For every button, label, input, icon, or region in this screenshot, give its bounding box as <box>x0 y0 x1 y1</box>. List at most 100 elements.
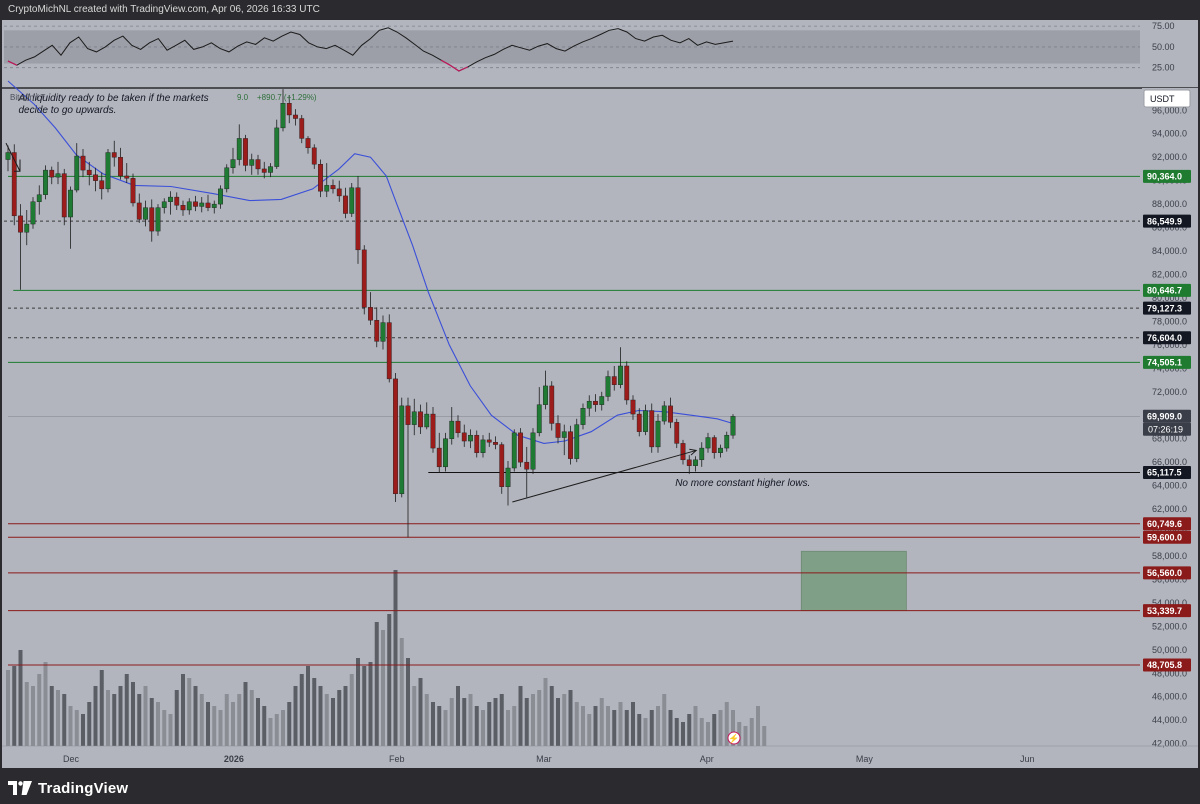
price-badge-label[interactable]: 48,705.8 <box>1147 660 1182 670</box>
volume-bar <box>443 710 448 746</box>
price-badge-label[interactable]: 86,549.9 <box>1147 216 1182 226</box>
candle-bearish <box>124 175 130 179</box>
candle-bearish <box>299 118 305 139</box>
volume-bar <box>568 690 573 746</box>
candle-bearish <box>330 185 336 190</box>
candle-bearish <box>261 168 267 173</box>
candle-bearish <box>674 422 680 444</box>
volume-bar <box>106 690 110 746</box>
lightning-icon[interactable]: ⚡ <box>728 733 739 745</box>
candle-bearish <box>680 443 686 461</box>
chart-svg[interactable]: 75.00 50.00 25.00 All liquidity ready to b… <box>2 20 1198 768</box>
price-tick-label: 46,000.0 <box>1152 692 1187 702</box>
price-badge-label[interactable]: 79,127.3 <box>1147 303 1182 313</box>
candle-bullish <box>424 413 430 428</box>
candle-bearish <box>255 159 261 170</box>
candle-bearish <box>405 405 411 425</box>
candle-bullish <box>236 138 242 160</box>
volume-bar <box>137 694 142 746</box>
price-badge-label[interactable]: 76,604.0 <box>1147 333 1182 343</box>
candle-bearish <box>286 103 292 116</box>
candle-bullish <box>561 431 567 438</box>
price-tick-label: 52,000.0 <box>1152 621 1187 631</box>
volume-bar <box>99 670 104 746</box>
volume-bar <box>349 674 354 746</box>
volume-bar <box>643 718 648 746</box>
lightning-badge[interactable]: ⚡ <box>727 731 741 745</box>
volume-bar <box>718 710 723 746</box>
volume-bar <box>549 686 554 746</box>
volume-bar <box>337 690 342 746</box>
price-tick-label: 50,000.0 <box>1152 645 1187 655</box>
volume-bar <box>212 706 217 746</box>
price-badge-label[interactable]: 65,117.5 <box>1147 468 1182 478</box>
candle-bullish <box>168 196 173 202</box>
candle-bullish <box>618 365 623 385</box>
candle-bearish <box>418 411 423 428</box>
price-badge-label[interactable]: 80,646.7 <box>1147 286 1182 296</box>
candle-bearish <box>93 174 98 181</box>
time-axis[interactable]: Dec 2026 Feb Mar Apr May Jun <box>2 745 1198 764</box>
candle-bearish <box>343 195 348 214</box>
volume-bar <box>518 686 523 746</box>
candle-bullish <box>24 223 30 233</box>
volume-bar <box>199 694 204 746</box>
volume-bar <box>343 686 348 746</box>
volume-bar <box>543 678 548 746</box>
level-layer <box>4 175 1140 666</box>
time-tick-label: 2026 <box>224 754 244 764</box>
price-badge-label[interactable]: 69,909.0 <box>1147 412 1182 422</box>
candle-bearish <box>243 138 248 166</box>
volume-bar <box>68 706 73 746</box>
candle-bearish <box>80 155 86 171</box>
volume-bar <box>693 706 698 746</box>
candle-bullish <box>536 404 542 434</box>
volume-bar <box>224 694 229 746</box>
volume-bar <box>387 614 392 746</box>
volume-bar <box>174 690 179 746</box>
tradingview-brand[interactable]: TradingView <box>8 778 128 798</box>
candle-bullish <box>224 167 230 190</box>
candle-bullish <box>211 203 217 208</box>
candle-bullish <box>605 376 611 397</box>
candle-bearish <box>461 432 467 442</box>
candle-bullish <box>699 447 705 461</box>
candle-bearish <box>318 164 323 192</box>
price-badge-label[interactable]: 60,749.6 <box>1147 519 1182 529</box>
price-badge-label[interactable]: 90,364.0 <box>1147 172 1182 182</box>
price-badge-label[interactable]: 53,339.7 <box>1147 606 1182 616</box>
time-tick-label: May <box>856 754 874 764</box>
time-tick-label: Dec <box>63 754 80 764</box>
candle-bullish <box>586 400 592 409</box>
volume-bar <box>268 718 273 746</box>
volume-bar <box>393 570 398 746</box>
volume-bar <box>149 698 154 746</box>
currency-button[interactable]: USDT <box>1143 89 1191 108</box>
volume-bar <box>274 714 279 746</box>
rsi-pane: 75.00 50.00 25.00 <box>2 20 1198 89</box>
volume-bar <box>506 710 510 746</box>
candle-bearish <box>549 385 555 424</box>
price-axis[interactable]: 42,000.044,000.046,000.048,000.050,000.0… <box>1142 88 1198 749</box>
volume-bar <box>24 682 29 746</box>
candle-bullish <box>274 127 280 167</box>
candle-bullish <box>186 201 192 211</box>
candle-bearish <box>130 178 136 204</box>
volume-bar <box>462 698 467 746</box>
currency-button-label[interactable]: USDT <box>1150 94 1175 104</box>
volume-bar <box>249 690 254 746</box>
price-badge-label[interactable]: 59,600.0 <box>1147 532 1182 542</box>
price-tick-label: 84,000.0 <box>1152 246 1187 256</box>
volume-bar <box>287 702 292 746</box>
price-badge-label[interactable]: 74,505.1 <box>1147 358 1182 368</box>
legend-price-fragment: 9.0 <box>237 93 249 102</box>
price-badge-label[interactable]: 56,560.0 <box>1147 568 1182 578</box>
candle-bearish <box>368 307 373 321</box>
candle-bullish <box>324 185 330 192</box>
volume-bar <box>612 710 617 746</box>
candle-bearish <box>118 157 123 177</box>
candle-bearish <box>111 152 117 158</box>
price-tick-label: 66,000.0 <box>1152 457 1187 467</box>
candle-bullish <box>661 405 667 422</box>
volume-bar <box>324 694 329 746</box>
